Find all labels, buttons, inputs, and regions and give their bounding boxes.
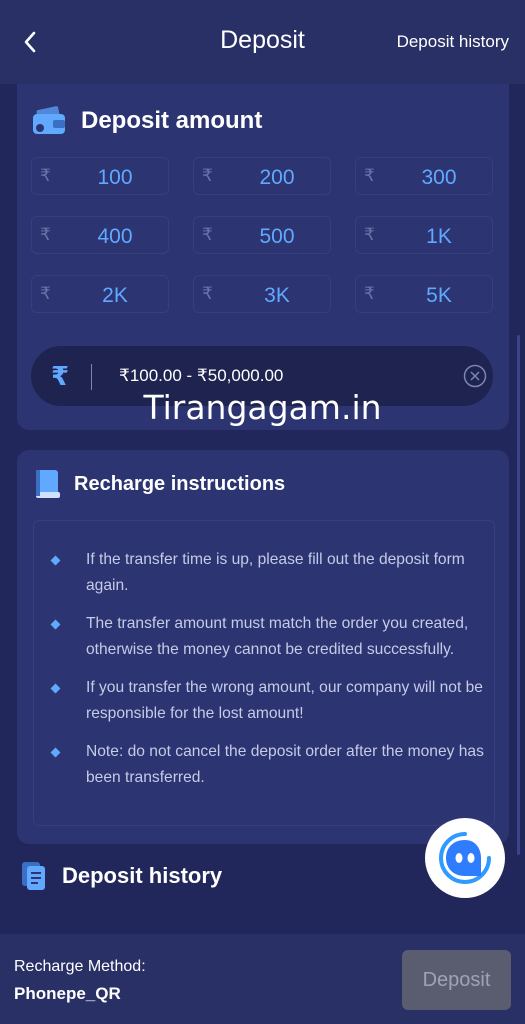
chat-bot-icon (435, 828, 495, 888)
rupee-icon: ₹ (202, 284, 213, 303)
amount-option-value: 100 (97, 166, 133, 189)
amount-option-value: 400 (97, 225, 133, 248)
rupee-icon: ₹ (40, 166, 51, 185)
book-icon (36, 470, 60, 498)
amount-option-value: 200 (259, 166, 295, 189)
amount-option-1k[interactable]: ₹ 1K (355, 216, 493, 254)
instructions-box: If the transfer time is up, please fill … (33, 520, 495, 826)
amount-option-400[interactable]: ₹ 400 (31, 216, 169, 254)
diamond-bullet-icon (50, 555, 61, 566)
amount-option-500[interactable]: ₹ 500 (193, 216, 331, 254)
amount-option-value: 5K (426, 284, 452, 307)
instruction-item: Note: do not cancel the deposit order af… (48, 739, 486, 791)
instructions-title: Recharge instructions (74, 472, 286, 495)
document-icon (22, 862, 45, 890)
amount-option-value: 500 (259, 225, 295, 248)
deposit-amount-header: Deposit amount (31, 106, 262, 136)
instructions-list: If the transfer time is up, please fill … (48, 547, 486, 803)
rupee-icon: ₹ (364, 225, 375, 244)
top-bar: Deposit Deposit history (0, 0, 525, 84)
instruction-item: If the transfer time is up, please fill … (48, 547, 486, 599)
instruction-item: If you transfer the wrong amount, our co… (48, 675, 486, 727)
diamond-bullet-icon (50, 683, 61, 694)
deposit-amount-title: Deposit amount (81, 107, 263, 134)
amount-option-300[interactable]: ₹ 300 (355, 157, 493, 195)
amount-option-3k[interactable]: ₹ 3K (193, 275, 331, 313)
deposit-amount-card: Deposit amount ₹ 100 ₹ 200 ₹ 300 ₹ 400 ₹… (17, 84, 509, 430)
amount-option-5k[interactable]: ₹ 5K (355, 275, 493, 313)
rupee-icon: ₹ (364, 284, 375, 303)
rupee-icon: ₹ (364, 166, 375, 185)
recharge-method-value: Phonepe_QR (14, 984, 121, 1003)
recharge-instructions-card: Recharge instructions If the transfer ti… (17, 450, 509, 844)
rupee-icon: ₹ (202, 225, 213, 244)
diamond-bullet-icon (50, 747, 61, 758)
scrollbar[interactable] (517, 335, 520, 855)
amount-option-value: 1K (426, 225, 452, 248)
bottom-bar: Recharge Method: Phonepe_QR Deposit (0, 934, 525, 1024)
amount-option-value: 300 (421, 166, 457, 189)
deposit-button[interactable]: Deposit (402, 950, 511, 1010)
wallet-icon (33, 106, 65, 134)
amount-option-200[interactable]: ₹ 200 (193, 157, 331, 195)
deposit-history-section: Deposit history (20, 860, 222, 892)
recharge-method-label: Recharge Method: (14, 958, 146, 975)
watermark-text: Tirangagam.in (143, 388, 382, 427)
chat-support-button[interactable] (425, 818, 505, 898)
amount-options-grid: ₹ 100 ₹ 200 ₹ 300 ₹ 400 ₹ 500 ₹ 1K ₹ 2K … (31, 157, 493, 313)
amount-option-value: 3K (264, 284, 290, 307)
rupee-icon: ₹ (40, 284, 51, 303)
amount-option-2k[interactable]: ₹ 2K (31, 275, 169, 313)
back-arrow-icon (24, 31, 36, 53)
rupee-icon: ₹ (40, 225, 51, 244)
rupee-icon: ₹ (202, 166, 213, 185)
amount-option-value: 2K (102, 284, 128, 307)
deposit-history-title: Deposit history (62, 863, 223, 888)
diamond-bullet-icon (50, 619, 61, 630)
deposit-history-link[interactable]: Deposit history (397, 32, 509, 52)
instructions-header: Recharge instructions (34, 468, 285, 500)
input-divider (91, 364, 92, 390)
instruction-item: The transfer amount must match the order… (48, 611, 486, 663)
clear-icon[interactable] (463, 364, 487, 388)
back-button[interactable] (14, 24, 46, 60)
amount-option-100[interactable]: ₹ 100 (31, 157, 169, 195)
